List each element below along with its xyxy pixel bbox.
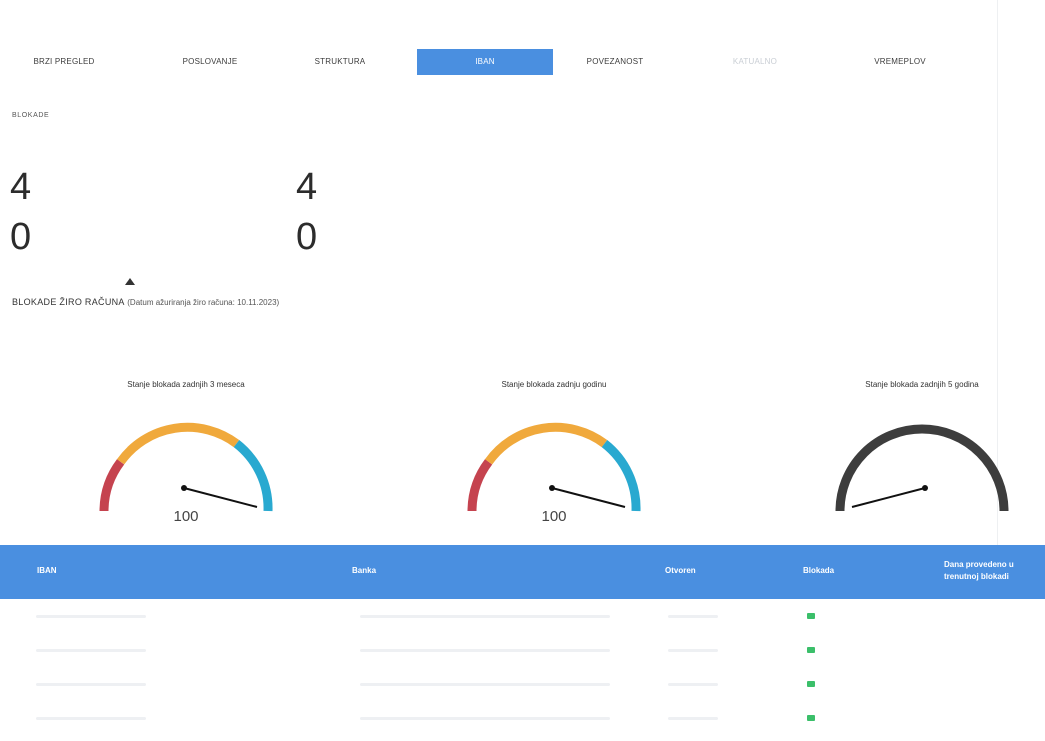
status-badge bbox=[807, 613, 815, 619]
gauge-arc-red bbox=[467, 459, 493, 512]
gauge-arc-orange bbox=[116, 422, 240, 465]
tab-povezanost[interactable]: POVEZANOST bbox=[560, 49, 670, 75]
tab-poslovanje[interactable]: POSLOVANJE bbox=[155, 49, 265, 75]
tab-brzi-pregled[interactable]: BRZI PREGLED bbox=[14, 49, 114, 75]
column-header-blokada[interactable]: Blokada bbox=[803, 566, 834, 575]
column-header-otvoren[interactable]: Otvoren bbox=[665, 566, 696, 575]
cell-banka bbox=[360, 717, 610, 720]
counter-right-bottom: 0 bbox=[296, 216, 318, 258]
column-header-dana[interactable]: Dana provedeno u trenutnoj blokadi bbox=[944, 559, 1044, 583]
gauge-chart bbox=[99, 422, 273, 512]
gauge-pivot bbox=[549, 485, 555, 491]
gauge-needle bbox=[851, 487, 926, 508]
counter-right-top: 4 bbox=[296, 166, 318, 208]
gauge-arc-dark bbox=[835, 424, 1009, 512]
gauge-arc-blue bbox=[233, 440, 273, 512]
cell-iban bbox=[36, 615, 146, 618]
tab-katualno[interactable]: KATUALNO bbox=[700, 49, 810, 75]
cell-otvoren bbox=[668, 717, 718, 720]
gauge-5-years: Stanje blokada zadnjih 5 godina bbox=[812, 380, 1032, 530]
gauge-arc-red bbox=[99, 459, 125, 512]
counter-left-bottom: 0 bbox=[10, 216, 32, 258]
gauge-3-months: Stanje blokada zadnjih 3 meseca 100 bbox=[76, 380, 296, 530]
cell-otvoren bbox=[668, 683, 718, 686]
tab-bar: BRZI PREGLED POSLOVANJE STRUKTURA IBAN P… bbox=[0, 49, 1045, 75]
gauge-pivot bbox=[181, 485, 187, 491]
cell-banka bbox=[360, 649, 610, 652]
gauge-needle bbox=[183, 487, 258, 508]
blokade-date-note: (Datum ažuriranja žiro računa: 10.11.202… bbox=[127, 298, 280, 307]
column-header-iban[interactable]: IBAN bbox=[37, 566, 57, 575]
counter-left-top: 4 bbox=[10, 166, 32, 208]
status-badge bbox=[807, 647, 815, 653]
gauge-needle bbox=[551, 487, 626, 508]
cell-banka bbox=[360, 615, 610, 618]
collapse-arrow-icon[interactable] bbox=[125, 278, 135, 285]
top-bar bbox=[0, 0, 1045, 24]
cell-iban bbox=[36, 717, 146, 720]
tab-struktura[interactable]: STRUKTURA bbox=[285, 49, 395, 75]
cell-otvoren bbox=[668, 649, 718, 652]
gauge-arc-blue bbox=[601, 440, 641, 512]
blokade-title-text: BLOKADE ŽIRO RAČUNA bbox=[12, 297, 125, 307]
blokade-title: BLOKADE ŽIRO RAČUNA (Datum ažuriranja ži… bbox=[12, 297, 279, 307]
status-badge bbox=[807, 681, 815, 687]
gauge-chart bbox=[835, 424, 1009, 512]
tab-vremeplov[interactable]: VREMEPLOV bbox=[845, 49, 955, 75]
gauge-pivot bbox=[922, 485, 928, 491]
tab-more[interactable] bbox=[990, 49, 1045, 75]
cell-iban bbox=[36, 649, 146, 652]
cell-iban bbox=[36, 683, 146, 686]
table-row[interactable] bbox=[0, 600, 1045, 634]
table-row[interactable] bbox=[0, 702, 1045, 736]
gauge-title: Stanje blokada zadnjih 3 meseca bbox=[127, 380, 245, 389]
gauge-value: 100 bbox=[541, 508, 567, 525]
table-row[interactable] bbox=[0, 668, 1045, 702]
tab-iban[interactable]: IBAN bbox=[417, 49, 553, 75]
gauge-title: Stanje blokada zadnju godinu bbox=[501, 380, 607, 389]
table-row[interactable] bbox=[0, 634, 1045, 668]
gauge-1-year: Stanje blokada zadnju godinu 100 bbox=[444, 380, 664, 530]
gauge-title: Stanje blokada zadnjih 5 godina bbox=[865, 380, 979, 389]
gauge-chart bbox=[467, 422, 641, 512]
column-header-banka[interactable]: Banka bbox=[352, 566, 376, 575]
cell-banka bbox=[360, 683, 610, 686]
table-header: IBAN Banka Otvoren Blokada Dana proveden… bbox=[0, 545, 1045, 599]
status-badge bbox=[807, 715, 815, 721]
gauge-value: 100 bbox=[173, 508, 199, 525]
section-label: BLOKADE bbox=[12, 112, 50, 119]
cell-otvoren bbox=[668, 615, 718, 618]
gauge-arc-orange bbox=[484, 422, 608, 465]
